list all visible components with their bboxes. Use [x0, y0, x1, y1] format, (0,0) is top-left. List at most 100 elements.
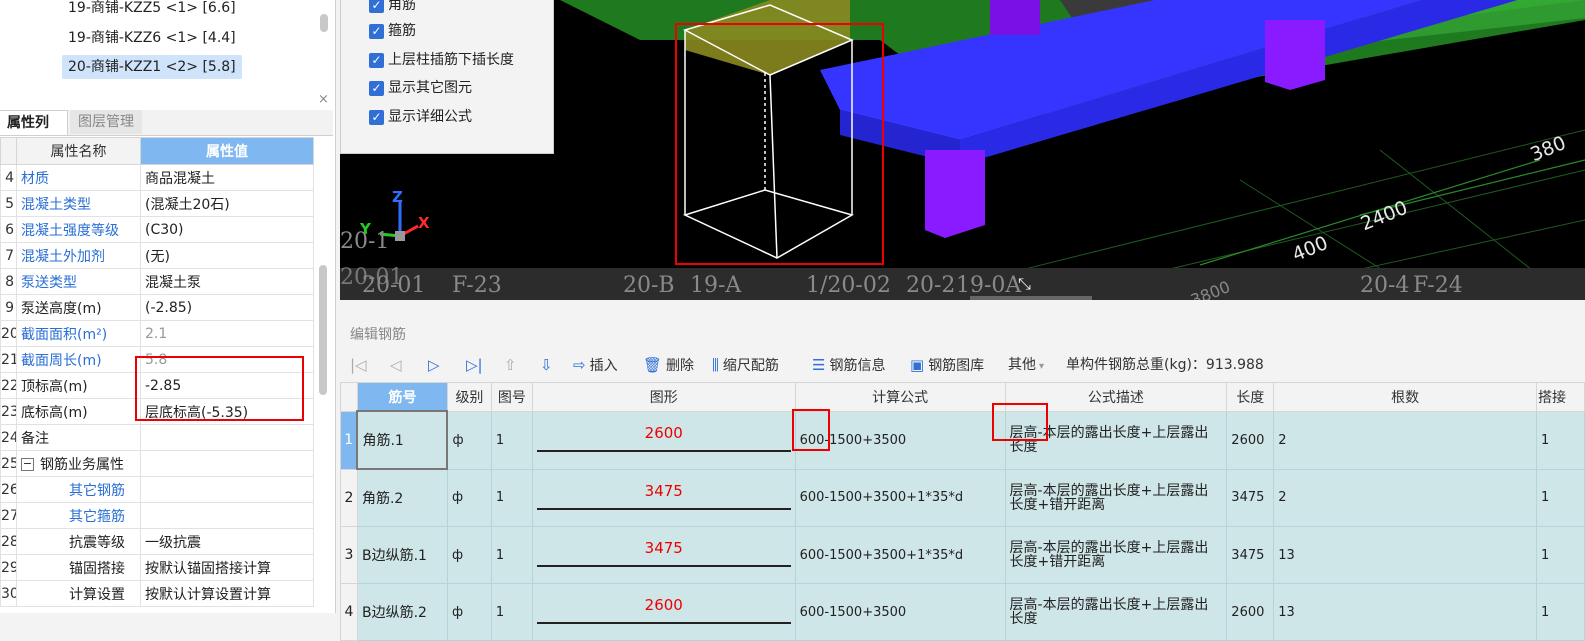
attr-value[interactable]: 按默认计算设置计算 — [140, 580, 314, 607]
rebar-lap-cell[interactable]: 1 — [1535, 526, 1585, 584]
rebar-shape-cell[interactable]: 2600 — [531, 583, 796, 641]
next-record-button[interactable]: ▷ — [428, 351, 444, 379]
rebar-grade-cell[interactable]: ф — [446, 526, 492, 584]
collapse-icon[interactable]: − — [21, 458, 34, 471]
checkbox-icon[interactable]: ✓ — [369, 52, 384, 68]
move-up-button[interactable]: ⇧ — [504, 351, 521, 379]
rebar-count-cell[interactable]: 2 — [1273, 410, 1537, 470]
attr-row[interactable]: 20截面面积(m²)2.1 — [0, 320, 314, 347]
last-record-button[interactable]: ▷| — [466, 351, 487, 379]
rebar-info-button[interactable]: ☰ 钢筋信息 — [812, 351, 885, 379]
rebar-library-button[interactable]: ▣ 钢筋图库 — [910, 351, 984, 379]
table-row[interactable]: 3 B边纵筋.1 ф 1 3475 600-1500+3500+1*35*d 层… — [340, 526, 1585, 584]
attr-row[interactable]: 28抗震等级一级抗震 — [0, 528, 314, 555]
attr-row[interactable]: 7 混凝土外加剂 (无) — [0, 242, 314, 269]
checkbox-upper-dowel[interactable]: ✓ 上层柱插筋下插长度 — [369, 48, 514, 72]
rebar-count-cell[interactable]: 13 — [1273, 583, 1537, 641]
rebar-length-cell[interactable]: 3475 — [1226, 468, 1275, 527]
rebar-fig-cell[interactable]: 1 — [490, 583, 533, 641]
attr-value[interactable]: (无) — [140, 242, 314, 269]
first-record-button[interactable]: |◁ — [350, 351, 371, 379]
table-row[interactable]: 4 B边纵筋.2 ф 1 2600 600-1500+3500 层高-本层的露出… — [340, 583, 1585, 641]
checkbox-corner-rebar[interactable]: ✓ 角筋 — [369, 0, 416, 17]
3d-viewport[interactable]: Z Y X 20-1 20-01 20-01 F-23 20-B 19-A 1/… — [340, 0, 1585, 300]
checkbox-icon[interactable]: ✓ — [369, 109, 384, 125]
attr-row[interactable]: 6 混凝土强度等级 (C30) — [0, 216, 314, 243]
tree-item[interactable]: 19-商铺-KZZ5 <1> [6.6] — [62, 0, 242, 20]
rebar-fig-cell[interactable]: 1 — [490, 410, 533, 470]
rebar-formula-cell[interactable]: 600-1500+3500+1*35*d — [794, 526, 1006, 584]
attr-scrollbar[interactable] — [319, 265, 327, 395]
attr-value[interactable] — [140, 424, 314, 451]
rebar-name-cell[interactable]: B边纵筋.1 — [356, 526, 448, 584]
scale-rebar-button[interactable]: ⫼ 缩尺配筋 — [712, 351, 779, 379]
insert-button[interactable]: ⇨ 插入 — [573, 351, 618, 379]
tree-item-selected[interactable]: 20-商铺-KZZ1 <2> [5.8] — [62, 55, 242, 79]
checkbox-icon[interactable]: ✓ — [369, 0, 384, 13]
attr-row[interactable]: 8 泵送类型 混凝土泵 — [0, 268, 314, 295]
rebar-grade-cell[interactable]: ф — [446, 468, 492, 527]
resize-icon[interactable]: ⤡ — [1018, 274, 1031, 294]
rebar-col-fig[interactable]: 图号 — [490, 382, 533, 412]
checkbox-show-others[interactable]: ✓ 显示其它图元 — [369, 76, 472, 100]
attr-value[interactable]: (-2.85) — [140, 294, 314, 321]
tree-scrollbar[interactable] — [320, 14, 328, 32]
attr-row[interactable]: 5 混凝土类型 (混凝土20石) — [0, 190, 314, 217]
rebar-fig-cell[interactable]: 1 — [490, 468, 533, 527]
checkbox-stirrup[interactable]: ✓ 箍筋 — [369, 19, 416, 43]
rebar-lap-cell[interactable]: 1 — [1535, 583, 1585, 641]
attr-row[interactable]: 25−钢筋业务属性 — [0, 450, 314, 477]
rebar-formula-cell[interactable]: 600-1500+3500+1*35*d — [794, 468, 1006, 527]
rebar-name-cell[interactable]: B边纵筋.2 — [356, 583, 448, 641]
attr-value[interactable]: 混凝土泵 — [140, 268, 314, 295]
rebar-length-cell[interactable]: 2600 — [1226, 583, 1275, 641]
rebar-count-cell[interactable]: 2 — [1273, 468, 1537, 527]
rebar-shape-cell[interactable]: 3475 — [531, 526, 796, 584]
table-row[interactable]: 2 角筋.2 ф 1 3475 600-1500+3500+1*35*d 层高-… — [340, 468, 1585, 527]
prev-record-button[interactable]: ◁ — [390, 351, 406, 379]
attr-row[interactable]: 4 材质 商品混凝土 — [0, 164, 314, 191]
attr-value[interactable]: (C30) — [140, 216, 314, 243]
attr-row[interactable]: 26其它钢筋 — [0, 476, 314, 503]
rebar-grade-cell[interactable]: ф — [446, 410, 492, 470]
rebar-col-grade[interactable]: 级别 — [446, 382, 492, 412]
rebar-lap-cell[interactable]: 1 — [1535, 468, 1585, 527]
rebar-col-count[interactable]: 根数 — [1273, 382, 1537, 412]
attr-row[interactable]: 30计算设置按默认计算设置计算 — [0, 580, 314, 607]
other-dropdown[interactable]: 其他 ▾ — [1008, 351, 1044, 379]
rebar-shape-cell[interactable]: 2600 — [531, 410, 796, 470]
tab-attribute-list[interactable]: 属性列表 — [0, 110, 68, 155]
tab-layer-management[interactable]: 图层管理 — [70, 110, 142, 134]
attr-row[interactable]: 29锚固搭接按默认锚固搭接计算 — [0, 554, 314, 581]
tree-item[interactable]: 19-商铺-KZZ6 <1> [4.4] — [62, 26, 242, 50]
attr-value[interactable] — [140, 502, 314, 529]
rebar-col-shape[interactable]: 图形 — [531, 382, 796, 412]
rebar-grade-cell[interactable]: ф — [446, 583, 492, 641]
table-row[interactable]: 1 角筋.1 ф 1 2600 600-1500+3500 层高-本层的露出长度… — [340, 410, 1585, 470]
attr-row[interactable]: 9 泵送高度(m) (-2.85) — [0, 294, 314, 321]
rebar-desc-cell[interactable]: 层高-本层的露出长度+上层露出长度 — [1004, 583, 1228, 641]
attr-value[interactable]: (混凝土20石) — [140, 190, 314, 217]
rebar-col-length[interactable]: 长度 — [1226, 382, 1275, 412]
splitter-handle[interactable] — [970, 296, 1092, 300]
attr-row[interactable]: 27其它箍筋 — [0, 502, 314, 529]
attr-value[interactable] — [140, 476, 314, 503]
delete-button[interactable]: 🗑 删除 — [643, 351, 694, 379]
attr-value[interactable]: 按默认锚固搭接计算 — [140, 554, 314, 581]
rebar-length-cell[interactable]: 3475 — [1226, 526, 1275, 584]
rebar-col-formula[interactable]: 计算公式 — [794, 382, 1006, 412]
rebar-col-name[interactable]: 筋号 — [356, 382, 448, 412]
rebar-formula-cell[interactable]: 600-1500+3500 — [794, 583, 1006, 641]
checkbox-icon[interactable]: ✓ — [369, 23, 384, 39]
rebar-desc-cell[interactable]: 层高-本层的露出长度+上层露出长度+错开距离 — [1004, 468, 1228, 527]
rebar-fig-cell[interactable]: 1 — [490, 526, 533, 584]
rebar-count-cell[interactable]: 13 — [1273, 526, 1537, 584]
rebar-desc-cell[interactable]: 层高-本层的露出长度+上层露出长度+错开距离 — [1004, 526, 1228, 584]
move-down-button[interactable]: ⇩ — [540, 351, 557, 379]
rebar-shape-cell[interactable]: 3475 — [531, 468, 796, 527]
attr-row[interactable]: 24备注 — [0, 424, 314, 451]
attr-value[interactable]: 商品混凝土 — [140, 164, 314, 191]
rebar-name-cell[interactable]: 角筋.1 — [356, 410, 449, 470]
rebar-name-cell[interactable]: 角筋.2 — [356, 468, 448, 527]
checkbox-icon[interactable]: ✓ — [369, 80, 384, 96]
